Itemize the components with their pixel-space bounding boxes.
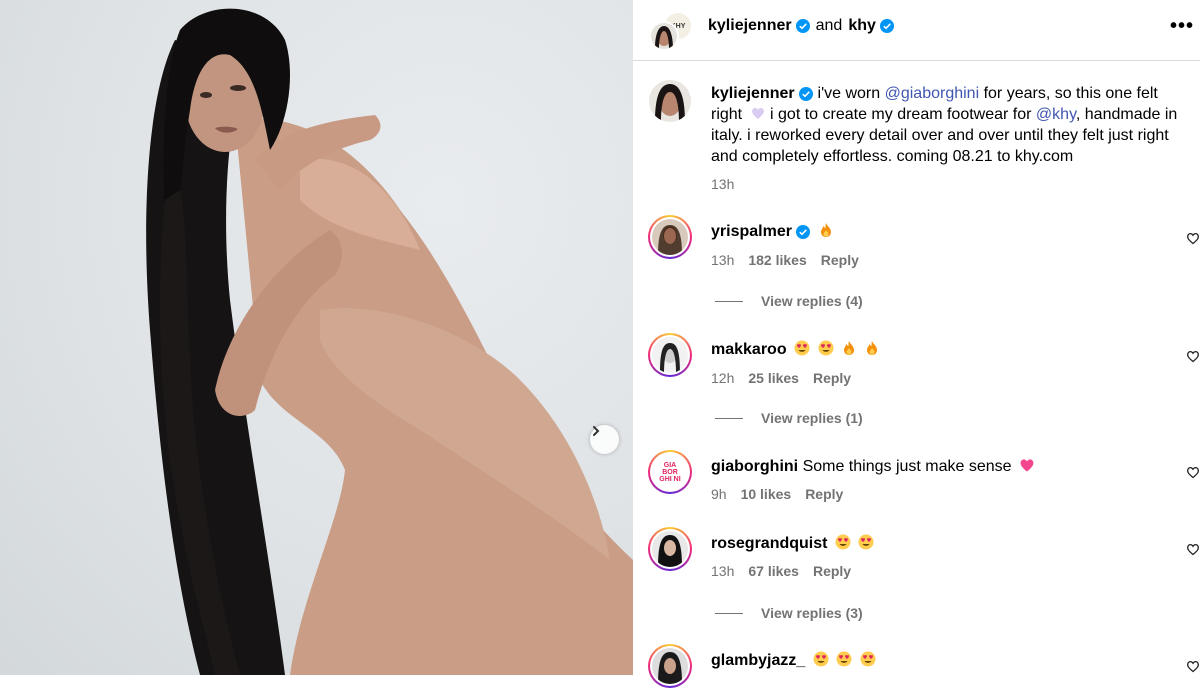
caption-username[interactable]: kyliejenner [711,85,795,102]
reply-button[interactable]: Reply [813,370,851,386]
view-replies-button[interactable]: View replies (3) [715,605,863,621]
comment-2: makkaroo [711,339,880,360]
comment-likes[interactable]: 182 likes [748,252,806,268]
view-replies-label: View replies (3) [761,605,863,621]
chevron-right-icon [593,426,600,436]
heart-eyes-emoji [813,651,829,667]
comment-time: 13h [711,252,735,268]
lavender-heart-emoji [751,107,764,119]
caption-meta: 13h [711,176,748,192]
comment-avatar-makkaroo[interactable] [648,333,692,377]
comment-meta: 9h 10 likes Reply [711,486,857,502]
comment-3: giaborghini Some things just make sense [711,456,1035,477]
heart-eyes-emoji [858,534,874,550]
more-icon[interactable]: ••• [1170,16,1194,36]
comment-username[interactable]: makkaroo [711,341,787,358]
mention-khy[interactable]: @khy [1036,106,1076,123]
post-header: KHY kyliejenner and khy ••• [633,0,1200,61]
divider [715,417,743,419]
kyliejenner-avatar [649,21,679,51]
verified-icon [799,86,814,101]
fire-emoji [843,341,854,355]
comment-avatar-yrispalmer[interactable] [648,215,692,259]
view-replies-label: View replies (4) [761,293,863,309]
comment-likes[interactable]: 67 likes [748,563,799,579]
reply-button[interactable]: Reply [813,563,851,579]
comment-likes[interactable]: 10 likes [741,486,792,502]
caption-avatar[interactable] [649,80,691,122]
verified-icon [795,19,810,33]
comment-likes[interactable]: 25 likes [748,370,799,386]
comment-avatar-rosegrandquist[interactable] [648,527,692,571]
author-username[interactable]: kyliejenner [708,17,792,35]
divider [715,612,743,614]
fire-emoji [820,223,831,237]
fire-emoji [867,341,878,355]
comment-username[interactable]: rosegrandquist [711,535,827,552]
caption-text-3: i got to create my dream footwear for [765,106,1036,123]
post-author-line: kyliejenner and khy [708,17,894,35]
reply-button[interactable]: Reply [821,252,859,268]
comment-body: Some things just make sense [802,458,1012,475]
caption-time: 13h [711,176,735,192]
heart-eyes-emoji [794,340,810,356]
caption-text-1: i've worn [813,85,885,102]
comment-meta: 12h 25 likes Reply [711,370,865,386]
heart-icon[interactable] [1186,349,1200,363]
comment-4: rosegrandquist [711,533,874,554]
post-caption: kyliejenner i've worn @giaborghini for y… [711,83,1181,167]
giaborghini-logo: GIA BOR GHI NI [659,461,681,483]
heart-icon[interactable] [1186,542,1200,556]
heart-eyes-emoji [836,651,852,667]
verified-icon [879,19,894,33]
collab-username[interactable]: khy [848,17,876,35]
comment-username[interactable]: yrispalmer [711,223,792,240]
mention-giaborghini[interactable]: @giaborghini [885,85,980,102]
verified-icon [796,224,811,239]
heart-eyes-emoji [818,340,833,356]
view-replies-label: View replies (1) [761,410,863,426]
post-photo [146,8,633,675]
comment-username[interactable]: glambyjazz_ [711,652,805,669]
collab-avatars[interactable]: KHY [649,11,693,51]
comment-time: 9h [711,486,727,502]
comment-time: 13h [711,563,735,579]
post-sidebar: KHY kyliejenner and khy ••• kyliejenner … [633,0,1200,688]
comment-meta: 13h 67 likes Reply [711,563,865,579]
comment-meta: 13h 182 likes Reply [711,252,873,268]
view-replies-button[interactable]: View replies (1) [715,410,863,426]
divider [715,300,743,302]
pink-heart-emoji [1020,459,1034,472]
and-label: and [815,17,843,34]
view-replies-button[interactable]: View replies (4) [715,293,863,309]
next-image-button[interactable] [590,425,619,454]
comment-1: yrispalmer [711,221,834,242]
comment-time: 12h [711,370,735,386]
heart-icon[interactable] [1186,231,1200,245]
heart-eyes-emoji [860,651,876,667]
heart-icon[interactable] [1186,659,1200,673]
comment-avatar-glambyjazz[interactable] [648,644,692,688]
comment-avatar-giaborghini[interactable]: GIA BOR GHI NI [648,450,692,494]
reply-button[interactable]: Reply [805,486,843,502]
comment-username[interactable]: giaborghini [711,458,798,475]
comment-5: glambyjazz_ [711,650,876,671]
heart-eyes-emoji [835,534,851,550]
post-image [0,0,633,675]
heart-icon[interactable] [1186,465,1200,479]
